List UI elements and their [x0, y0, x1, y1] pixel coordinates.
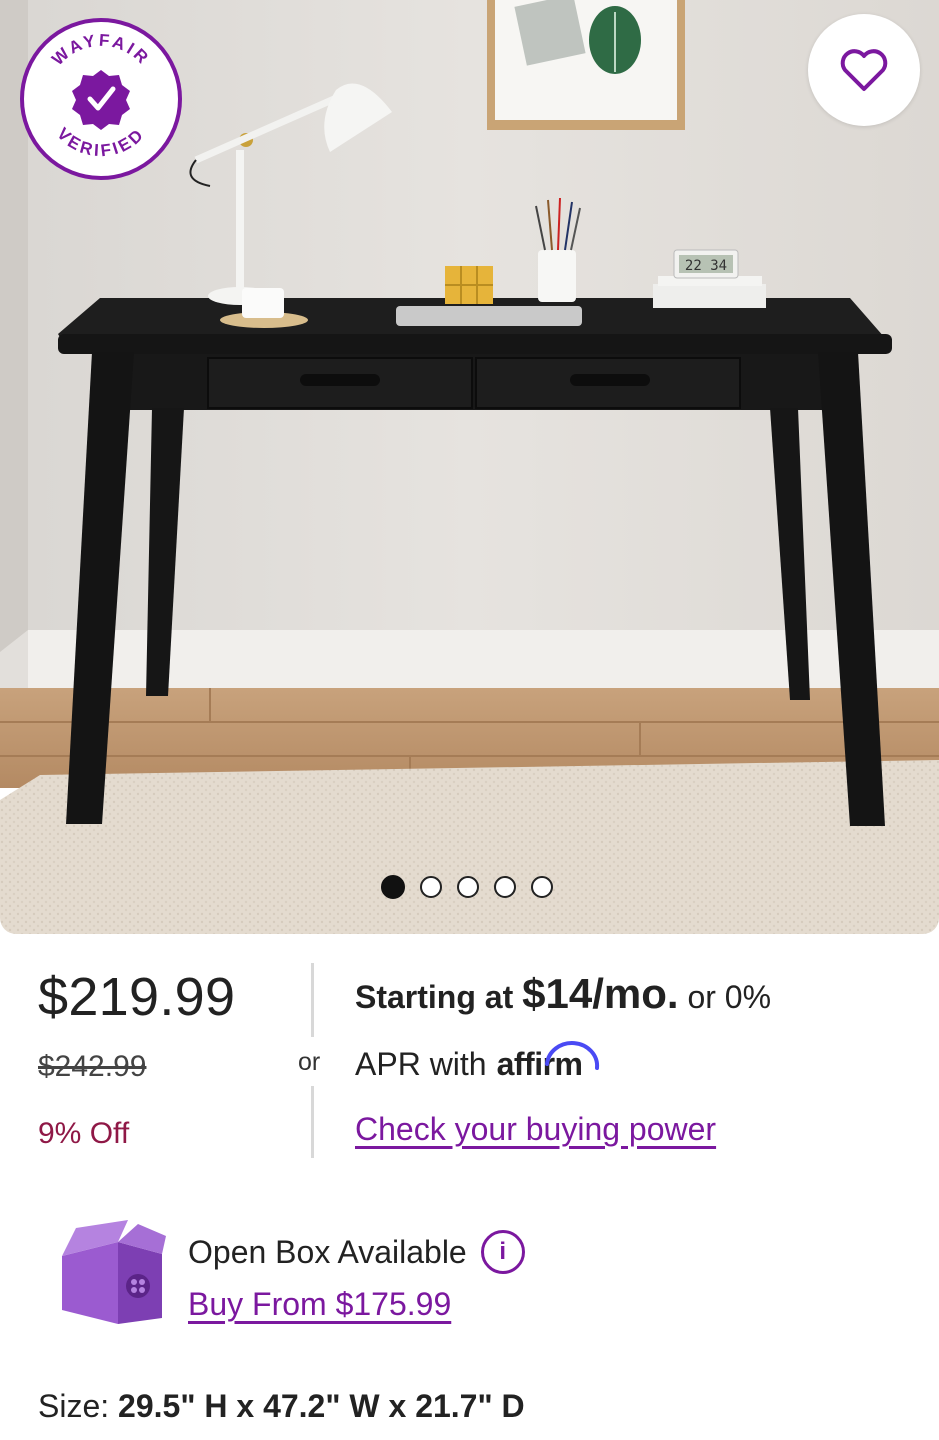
open-box-section: Open Box Available i Buy From $175.99 [0, 1210, 939, 1340]
heart-icon [840, 49, 888, 91]
svg-text:22 34: 22 34 [685, 258, 727, 274]
open-box-title: Open Box Available [188, 1233, 467, 1270]
carousel-dot-5[interactable] [531, 876, 553, 898]
price-section: $219.99 $242.99 9% Off or Starting at $1… [0, 934, 939, 1184]
buy-open-box-link[interactable]: Buy From $175.99 [188, 1286, 451, 1323]
product-image-carousel[interactable]: 22 34 WAYFAIR VERIFIED [0, 0, 939, 934]
discount-label: 9% Off [38, 1117, 130, 1150]
apr-with-label: APR with [355, 1046, 487, 1082]
carousel-dot-4[interactable] [494, 876, 516, 898]
carousel-dot-3[interactable] [457, 876, 479, 898]
carousel-dot-1[interactable] [381, 875, 405, 899]
wayfair-verified-badge: WAYFAIR VERIFIED [20, 18, 182, 180]
current-price: $219.99 [38, 967, 236, 1027]
divider-top [311, 963, 314, 1037]
size-label: Size: [38, 1388, 110, 1424]
financing-line-2: APR with affirm [355, 1041, 599, 1083]
size-row: Size: 29.5" H x 47.2" W x 21.7" D [38, 1388, 525, 1425]
affirm-logo: affirm [497, 1041, 599, 1083]
original-price: $242.99 [38, 1050, 147, 1083]
monthly-amount: $14/mo. [522, 970, 679, 1017]
open-box-title-row: Open Box Available i [188, 1230, 525, 1274]
size-value: 29.5" H x 47.2" W x 21.7" D [118, 1388, 525, 1424]
favorite-button[interactable] [808, 14, 920, 126]
divider-bottom [311, 1086, 314, 1158]
starting-at-label: Starting at [355, 979, 514, 1015]
check-buying-power-link[interactable]: Check your buying power [355, 1111, 716, 1148]
carousel-dot-2[interactable] [420, 876, 442, 898]
carousel-pagination [381, 875, 553, 899]
open-box-icon [62, 1220, 166, 1324]
financing-line-1: Starting at $14/mo. or 0% [355, 970, 771, 1018]
or-zero-label: or 0% [687, 979, 772, 1015]
or-separator: or [298, 1048, 321, 1076]
info-icon[interactable]: i [480, 1230, 525, 1274]
affirm-arc-icon [544, 1041, 599, 1070]
